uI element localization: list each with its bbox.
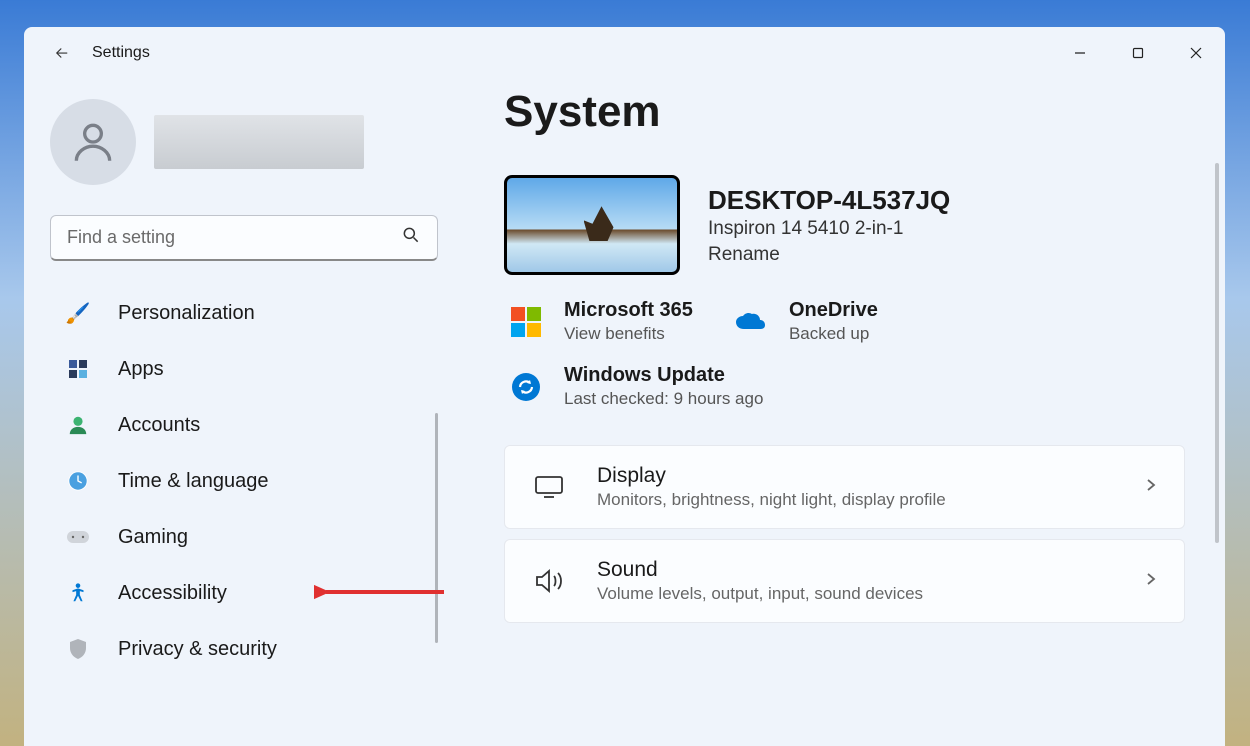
sidebar-item-label: Time & language xyxy=(118,470,268,493)
search-box[interactable] xyxy=(50,215,438,261)
status-sub: Backed up xyxy=(789,324,878,344)
status-microsoft365[interactable]: Microsoft 365 View benefits xyxy=(508,299,693,344)
sidebar-item-label: Apps xyxy=(118,358,164,381)
sidebar-item-label: Accounts xyxy=(118,414,200,437)
search-icon xyxy=(401,225,421,250)
apps-icon xyxy=(64,355,92,383)
sidebar-item-personalization[interactable]: 🖌️ Personalization xyxy=(50,285,438,341)
settings-window: Settings 🖌️ Personalization xyxy=(24,27,1225,746)
sidebar-item-label: Privacy & security xyxy=(118,638,277,661)
card-sound[interactable]: Sound Volume levels, output, input, soun… xyxy=(504,539,1185,623)
sidebar-item-label: Gaming xyxy=(118,526,188,549)
window-controls xyxy=(1051,33,1225,73)
card-sub: Monitors, brightness, night light, displ… xyxy=(597,490,946,510)
onedrive-icon xyxy=(733,304,769,340)
search-input[interactable] xyxy=(67,227,401,248)
sidebar-item-privacy[interactable]: Privacy & security xyxy=(50,621,438,677)
device-summary: DESKTOP-4L537JQ Inspiron 14 5410 2-in-1 … xyxy=(504,175,1185,275)
display-icon xyxy=(531,469,567,505)
status-title: Microsoft 365 xyxy=(564,299,693,322)
minimize-button[interactable] xyxy=(1051,33,1109,73)
time-language-icon xyxy=(64,467,92,495)
personalization-icon: 🖌️ xyxy=(64,299,92,327)
avatar xyxy=(50,99,136,185)
navigation-list: 🖌️ Personalization Apps Accounts Time & … xyxy=(50,285,438,746)
card-title: Sound xyxy=(597,558,923,582)
card-display[interactable]: Display Monitors, brightness, night ligh… xyxy=(504,445,1185,529)
chevron-right-icon xyxy=(1144,572,1158,591)
sidebar-scrollbar[interactable] xyxy=(435,413,438,643)
sidebar-item-apps[interactable]: Apps xyxy=(50,341,438,397)
sidebar-item-label: Personalization xyxy=(118,302,255,325)
sidebar-item-gaming[interactable]: Gaming xyxy=(50,509,438,565)
status-title: OneDrive xyxy=(789,299,878,322)
device-model: Inspiron 14 5410 2-in-1 xyxy=(708,218,950,240)
content-area: 🖌️ Personalization Apps Accounts Time & … xyxy=(24,79,1225,746)
status-windows-update[interactable]: Windows Update Last checked: 9 hours ago xyxy=(508,364,763,409)
user-name-placeholder xyxy=(154,115,364,169)
privacy-icon xyxy=(64,635,92,663)
rename-link[interactable]: Rename xyxy=(708,244,950,266)
titlebar: Settings xyxy=(24,27,1225,79)
status-title: Windows Update xyxy=(564,364,763,387)
back-button[interactable] xyxy=(42,33,82,73)
device-name: DESKTOP-4L537JQ xyxy=(708,185,950,216)
gaming-icon xyxy=(64,523,92,551)
user-profile[interactable] xyxy=(50,99,438,185)
accessibility-icon xyxy=(64,579,92,607)
card-title: Display xyxy=(597,464,946,488)
status-sub: View benefits xyxy=(564,324,693,344)
status-tiles-2: Windows Update Last checked: 9 hours ago xyxy=(504,364,1185,409)
sidebar-item-accounts[interactable]: Accounts xyxy=(50,397,438,453)
status-tiles: Microsoft 365 View benefits OneDrive Bac… xyxy=(504,299,1185,344)
sidebar-item-accessibility[interactable]: Accessibility xyxy=(50,565,438,621)
accounts-icon xyxy=(64,411,92,439)
maximize-button[interactable] xyxy=(1109,33,1167,73)
status-onedrive[interactable]: OneDrive Backed up xyxy=(733,299,878,344)
device-thumbnail[interactable] xyxy=(504,175,680,275)
main-panel: System DESKTOP-4L537JQ Inspiron 14 5410 … xyxy=(464,79,1225,746)
windows-update-icon xyxy=(508,369,544,405)
microsoft365-icon xyxy=(508,304,544,340)
close-button[interactable] xyxy=(1167,33,1225,73)
window-title: Settings xyxy=(92,44,150,62)
main-scrollbar[interactable] xyxy=(1215,163,1219,543)
page-title: System xyxy=(504,87,1185,137)
status-sub: Last checked: 9 hours ago xyxy=(564,389,763,409)
sidebar-item-label: Accessibility xyxy=(118,582,227,605)
sound-icon xyxy=(531,563,567,599)
chevron-right-icon xyxy=(1144,478,1158,497)
sidebar-item-time-language[interactable]: Time & language xyxy=(50,453,438,509)
card-sub: Volume levels, output, input, sound devi… xyxy=(597,584,923,604)
sidebar: 🖌️ Personalization Apps Accounts Time & … xyxy=(24,79,464,746)
